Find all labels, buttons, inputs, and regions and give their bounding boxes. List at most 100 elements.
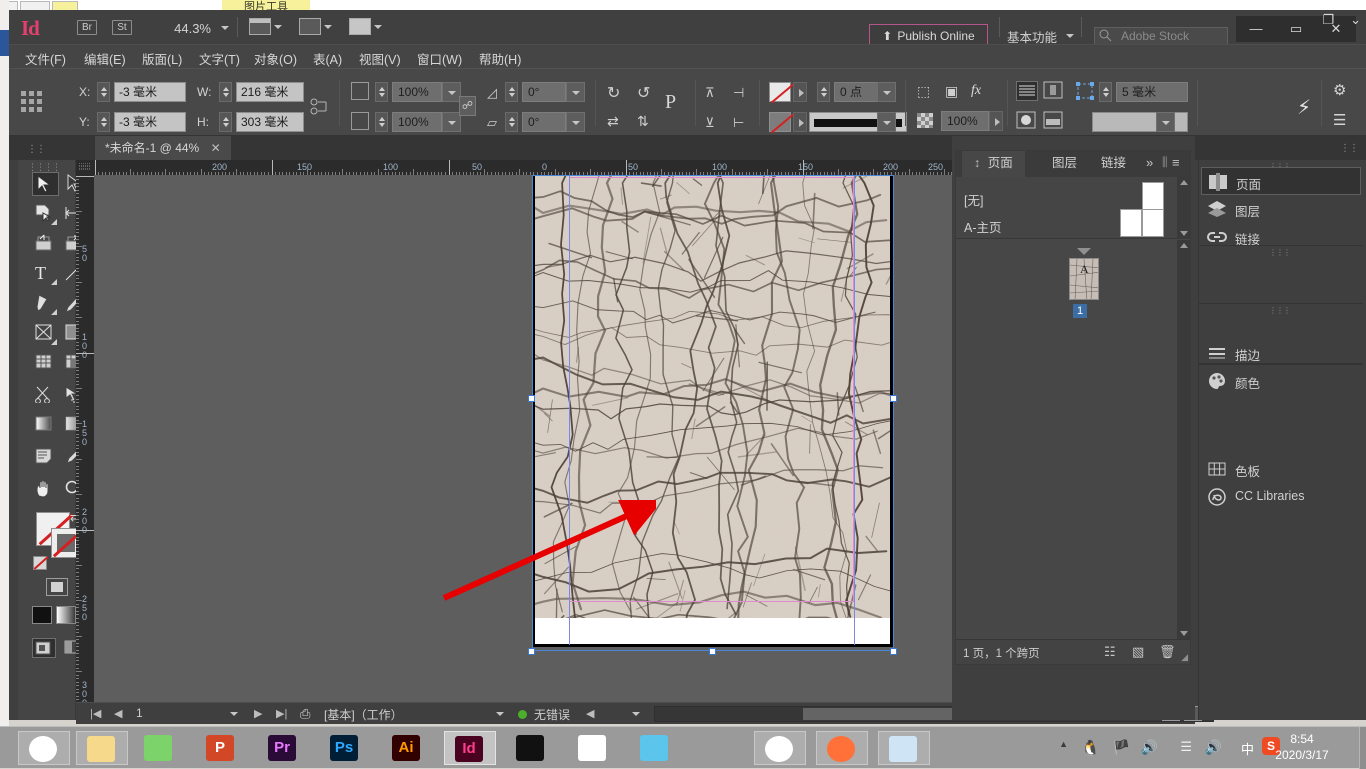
stock-button[interactable]: St — [112, 20, 132, 35]
text-wrap-bounding-box-icon[interactable] — [1043, 81, 1065, 101]
master-section-scrollbar[interactable] — [1177, 177, 1190, 239]
network-error-icon[interactable]: 🏴 — [1113, 739, 1130, 756]
taskbar-item-file-explorer[interactable] — [76, 731, 128, 765]
select-container-icon[interactable]: ⬚ — [917, 83, 930, 100]
rotate-ccw-icon[interactable]: ↺ — [637, 83, 650, 103]
page-thumbnail-1[interactable]: A — [1069, 258, 1099, 300]
hand-tool[interactable] — [32, 478, 59, 502]
constrain-proportions-wh-icon[interactable] — [309, 97, 331, 120]
document-canvas[interactable]: 200 150 100 50 0 50 100 150 200 250 50 1… — [76, 160, 952, 720]
opacity-field[interactable]: 100% — [941, 111, 989, 131]
scale-y-stepper[interactable] — [375, 112, 388, 132]
current-page-value[interactable]: 1 — [136, 706, 143, 720]
rotate-cw-icon[interactable]: ↻ — [607, 83, 620, 103]
note-tool[interactable] — [32, 446, 59, 470]
workspace-dropdown-icon[interactable] — [1066, 34, 1074, 38]
selection-handle-bottom-center[interactable] — [709, 648, 716, 655]
menu-table[interactable]: 表(A) — [313, 49, 342, 68]
taskbar-item-wechat[interactable] — [134, 731, 186, 765]
shear-field[interactable]: 0° — [522, 112, 566, 132]
pages-panel-menu-icon[interactable]: ≡ — [1172, 155, 1180, 170]
menu-help[interactable]: 帮助(H) — [479, 49, 521, 68]
menu-edit[interactable]: 编辑(E) — [84, 49, 126, 68]
taskbar-item-qq[interactable] — [692, 731, 744, 765]
zoom-level-value[interactable]: 44.3% — [149, 21, 211, 36]
tab-links[interactable]: 链接 — [1089, 151, 1138, 177]
edit-page-size-icon[interactable]: ☷ — [1104, 644, 1116, 660]
panel-menu-icon[interactable]: ☰ — [1333, 111, 1346, 129]
align-left-icon[interactable]: ⊣ — [733, 85, 744, 101]
h-stepper[interactable] — [219, 112, 232, 132]
master-a-label[interactable]: A-主页 — [964, 217, 1002, 236]
dock-grip-right[interactable]: ⋮⋮ — [1340, 143, 1358, 154]
panel-divider-grip[interactable]: ⫼ — [1162, 155, 1168, 170]
selection-handle-left-middle[interactable] — [528, 395, 535, 402]
align-bottom-icon[interactable]: ⊻ — [705, 115, 715, 131]
menu-file[interactable]: 文件(F) — [25, 49, 66, 68]
dock-group-grip[interactable]: ⋮⋮⋮ — [1269, 306, 1290, 315]
scale-y-field[interactable]: 100% — [392, 112, 442, 132]
selection-tool[interactable] — [32, 172, 59, 196]
y-stepper[interactable] — [97, 112, 110, 132]
new-page-icon[interactable]: ▧ — [1132, 644, 1144, 660]
opacity-dropdown[interactable] — [989, 111, 1003, 131]
usb-device-icon[interactable]: 🔊 — [1141, 739, 1158, 756]
x-stepper[interactable] — [97, 82, 110, 102]
tab-pages[interactable]: ↕ 页面 — [962, 151, 1025, 177]
selection-handle-right-middle[interactable] — [890, 395, 897, 402]
page-tool[interactable] — [32, 202, 59, 226]
maximize-button[interactable]: ▭ — [1276, 16, 1316, 42]
bridge-button[interactable]: Br — [77, 20, 97, 35]
formatting-affects-container-icon[interactable] — [46, 578, 68, 596]
shear-stepper[interactable] — [505, 112, 518, 132]
stroke-weight-stepper[interactable] — [817, 82, 830, 102]
clock[interactable]: 8:54 2020/3/17 — [1256, 731, 1348, 763]
content-collector-tool[interactable] — [32, 232, 59, 256]
rotation-dropdown[interactable] — [566, 82, 585, 102]
taskbar-item-indesign[interactable]: Id — [444, 731, 496, 765]
show-desktop-button[interactable] — [1359, 727, 1366, 769]
page-dropdown-icon[interactable] — [230, 712, 238, 716]
type-tool[interactable]: T — [32, 262, 59, 286]
pages-section-scrollbar[interactable] — [1177, 240, 1190, 639]
delete-page-icon[interactable]: 🗑 — [1159, 644, 1176, 660]
taskbar-item-illustrator[interactable]: Ai — [382, 731, 434, 765]
zoom-dropdown-icon[interactable] — [221, 26, 229, 30]
rotation-stepper[interactable] — [505, 82, 518, 102]
text-wrap-jump-object-icon[interactable] — [1043, 111, 1065, 131]
gradient-swatch-tool[interactable] — [32, 414, 59, 438]
tab-layers[interactable]: 图层 — [1040, 151, 1089, 177]
y-field[interactable]: -3 毫米 — [114, 112, 186, 132]
page-number-label[interactable]: 1 — [1073, 304, 1087, 318]
normal-view-mode-icon[interactable] — [32, 638, 56, 658]
taskbar-item-photoshop[interactable]: Ps — [320, 731, 372, 765]
gear-icon[interactable]: ⚙ — [1333, 81, 1346, 99]
panel-grip[interactable] — [21, 91, 43, 113]
menu-layout[interactable]: 版面(L) — [142, 49, 182, 68]
align-top-icon[interactable]: ⊼ — [705, 85, 715, 101]
horizontal-ruler[interactable]: 200 150 100 50 0 50 100 150 200 250 — [94, 160, 952, 175]
text-wrap-object-shape-icon[interactable] — [1016, 111, 1038, 131]
wrap-contour-dropdown[interactable] — [1156, 112, 1175, 132]
next-page-button[interactable]: ▶ — [254, 707, 262, 720]
fill-color-swatch[interactable] — [769, 112, 791, 132]
collapse-panel-icon[interactable]: » — [1146, 155, 1153, 170]
frame-tool[interactable] — [32, 322, 59, 346]
master-a-thumbnail-left[interactable] — [1120, 209, 1142, 237]
signal-icon[interactable]: ☰ — [1180, 739, 1192, 755]
taskbar-item-qq-browser[interactable] — [18, 731, 70, 765]
tab-bar-grip[interactable]: ⋮⋮ — [27, 144, 45, 155]
rotation-field[interactable]: 0° — [522, 82, 566, 102]
view-display-performance-button[interactable] — [299, 18, 332, 37]
vertical-ruler[interactable]: 50 100 150 200 250 300 — [76, 175, 94, 720]
quick-apply-lightning-icon[interactable]: ⚡ — [1297, 95, 1311, 120]
effects-fx-icon[interactable]: fx — [971, 83, 981, 99]
view-screen-mode-button[interactable] — [249, 18, 282, 37]
stroke-weight-dropdown[interactable] — [877, 82, 896, 102]
dock-item-pages[interactable]: 页面 — [1201, 167, 1361, 195]
dock-item-color[interactable]: 颜色 — [1201, 367, 1361, 395]
w-field[interactable]: 216 毫米 — [236, 82, 304, 102]
apply-color-icon[interactable] — [32, 606, 52, 624]
last-page-button[interactable]: ▶| — [276, 707, 287, 720]
ruler-origin-corner[interactable] — [76, 160, 94, 175]
